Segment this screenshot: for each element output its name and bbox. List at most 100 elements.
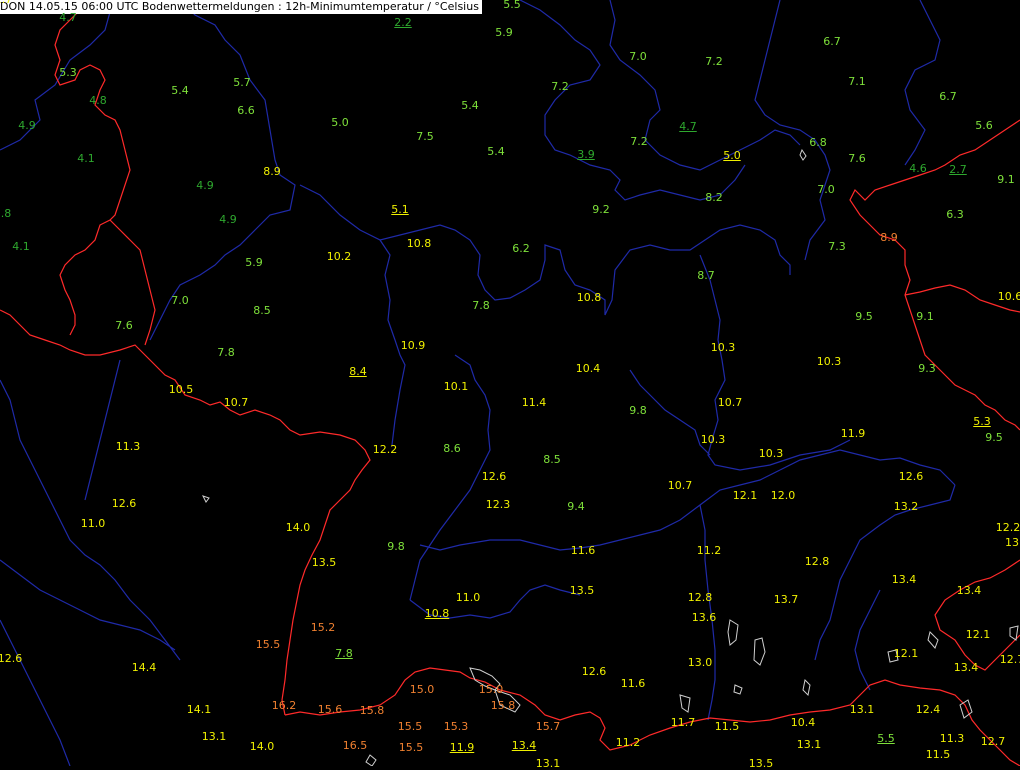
station-temperature-label: 10.4 [575,362,601,375]
station-temperature-label: 12.6 [898,470,924,483]
station-temperature-label: 12.6 [581,665,607,678]
station-temperature-label: 7.6 [848,152,866,165]
station-temperature-label: 11.3 [939,732,965,745]
station-temperature-label: 16.5 [342,739,368,752]
station-temperature-label: 10.7 [667,479,693,492]
station-temperature-label: 7.0 [817,183,835,196]
station-temperature-label: 11.0 [80,517,106,530]
temperature-map [0,0,1020,766]
station-temperature-label: 15.8 [490,699,516,712]
station-temperature-label: 13.5 [748,757,774,770]
station-temperature-label: 13.5 [569,584,595,597]
station-temperature-label: 10.8 [576,291,602,304]
station-temperature-label: 4.1 [12,240,30,253]
station-temperature-label: 7.0 [171,294,189,307]
station-temperature-label: 13.6 [691,611,717,624]
station-temperature-label: 15.5 [255,638,281,651]
station-temperature-label: 10.3 [700,433,726,446]
station-temperature-label: 5.6 [975,119,993,132]
station-temperature-label: 12.6 [481,470,507,483]
station-temperature-label: 11.6 [570,544,596,557]
station-temperature-label: 10.4 [790,716,816,729]
station-temperature-label: 12.2 [995,521,1020,534]
station-temperature-label: 5.3 [59,66,77,79]
station-temperature-label: 10.3 [710,341,736,354]
station-temperature-label: 7.8 [217,346,235,359]
station-temperature-label: 5.9 [495,26,513,39]
station-temperature-label: 12.7 [0,0,12,6]
station-temperature-label: 10.9 [400,339,426,352]
station-temperature-label: 8.7 [697,269,715,282]
country-borders [0,0,1020,766]
station-temperature-label: 7.6 [115,319,133,332]
station-temperature-label: 4.8 [89,94,107,107]
station-temperature-label: 4.7 [679,120,697,133]
station-temperature-label: 11.5 [714,720,740,733]
station-temperature-label: 15.0 [409,683,435,696]
station-temperature-label: 14.1 [186,703,212,716]
station-temperature-label: 6.3 [946,208,964,221]
station-temperature-label: 6.8 [809,136,827,149]
station-temperature-label: 8.9 [880,231,898,244]
station-temperature-label: 13.0 [687,656,713,669]
station-temperature-label: 12.7 [980,735,1006,748]
station-temperature-label: 12.6 [111,497,137,510]
station-temperature-label: 12.1 [965,628,991,641]
station-temperature-label: 6.7 [823,35,841,48]
station-temperature-label: 10.5 [168,383,194,396]
station-temperature-label: 3.9 [577,148,595,161]
station-temperature-label: 2.2 [394,16,412,29]
station-temperature-label: 8.6 [443,442,461,455]
station-temperature-label: 11.0 [455,591,481,604]
station-temperature-label: 9.3 [918,362,936,375]
station-temperature-label: 10.1 [443,380,469,393]
station-temperature-label: 5.4 [461,99,479,112]
station-temperature-label: 9.1 [916,310,934,323]
station-temperature-label: 4.7 [59,11,77,24]
station-temperature-label: 5.7 [233,76,251,89]
station-temperature-label: 10.8 [406,237,432,250]
station-temperature-label: 5.3 [973,415,991,428]
station-temperature-label: 15.5 [398,741,424,754]
station-temperature-label: 5.9 [245,256,263,269]
station-temperature-label: 9.5 [985,431,1003,444]
station-temperature-label: 11.4 [521,396,547,409]
station-temperature-label: 14.0 [249,740,275,753]
station-temperature-label: 10.6 [997,290,1020,303]
station-temperature-label: 12.6 [0,652,23,665]
station-temperature-label: 9.4 [567,500,585,513]
station-temperature-label: 9.5 [855,310,873,323]
station-temperature-label: 12.0 [770,489,796,502]
station-temperature-label: 8.2 [705,191,723,204]
station-temperature-label: 7.2 [705,55,723,68]
station-temperature-label: 12.7 [999,653,1020,666]
station-temperature-label: 12.3 [485,498,511,511]
station-temperature-label: 10.7 [717,396,743,409]
station-temperature-label: 7.8 [335,647,353,660]
station-temperature-label: 11.2 [615,736,641,749]
station-temperature-label: 15.6 [317,703,343,716]
station-temperature-label: 11.3 [115,440,141,453]
station-temperature-label: 13.7 [773,593,799,606]
station-temperature-label: 9.8 [387,540,405,553]
station-temperature-label: 14.0 [285,521,311,534]
station-temperature-label: 13.1 [849,703,875,716]
station-temperature-label: 10.3 [816,355,842,368]
station-temperature-label: 8.5 [253,304,271,317]
station-temperature-label: 13.4 [956,584,982,597]
station-temperature-label: 5.0 [331,116,349,129]
station-temperature-label: 13.4 [511,739,537,752]
station-temperature-label: 12.4 [915,703,941,716]
station-temperature-label: 5.5 [877,732,895,745]
station-temperature-label: 13 [1005,536,1019,549]
station-temperature-label: 12.8 [687,591,713,604]
state-borders [0,0,956,766]
station-temperature-label: 16.2 [271,699,297,712]
station-temperature-label: 8.9 [263,165,281,178]
station-temperature-label: 5.5 [503,0,521,11]
station-temperature-label: 4.9 [219,213,237,226]
station-temperature-label: 13.4 [891,573,917,586]
station-temperature-label: 9.2 [592,203,610,216]
station-temperature-label: 15.8 [359,704,385,717]
station-temperature-label: 4.9 [196,179,214,192]
